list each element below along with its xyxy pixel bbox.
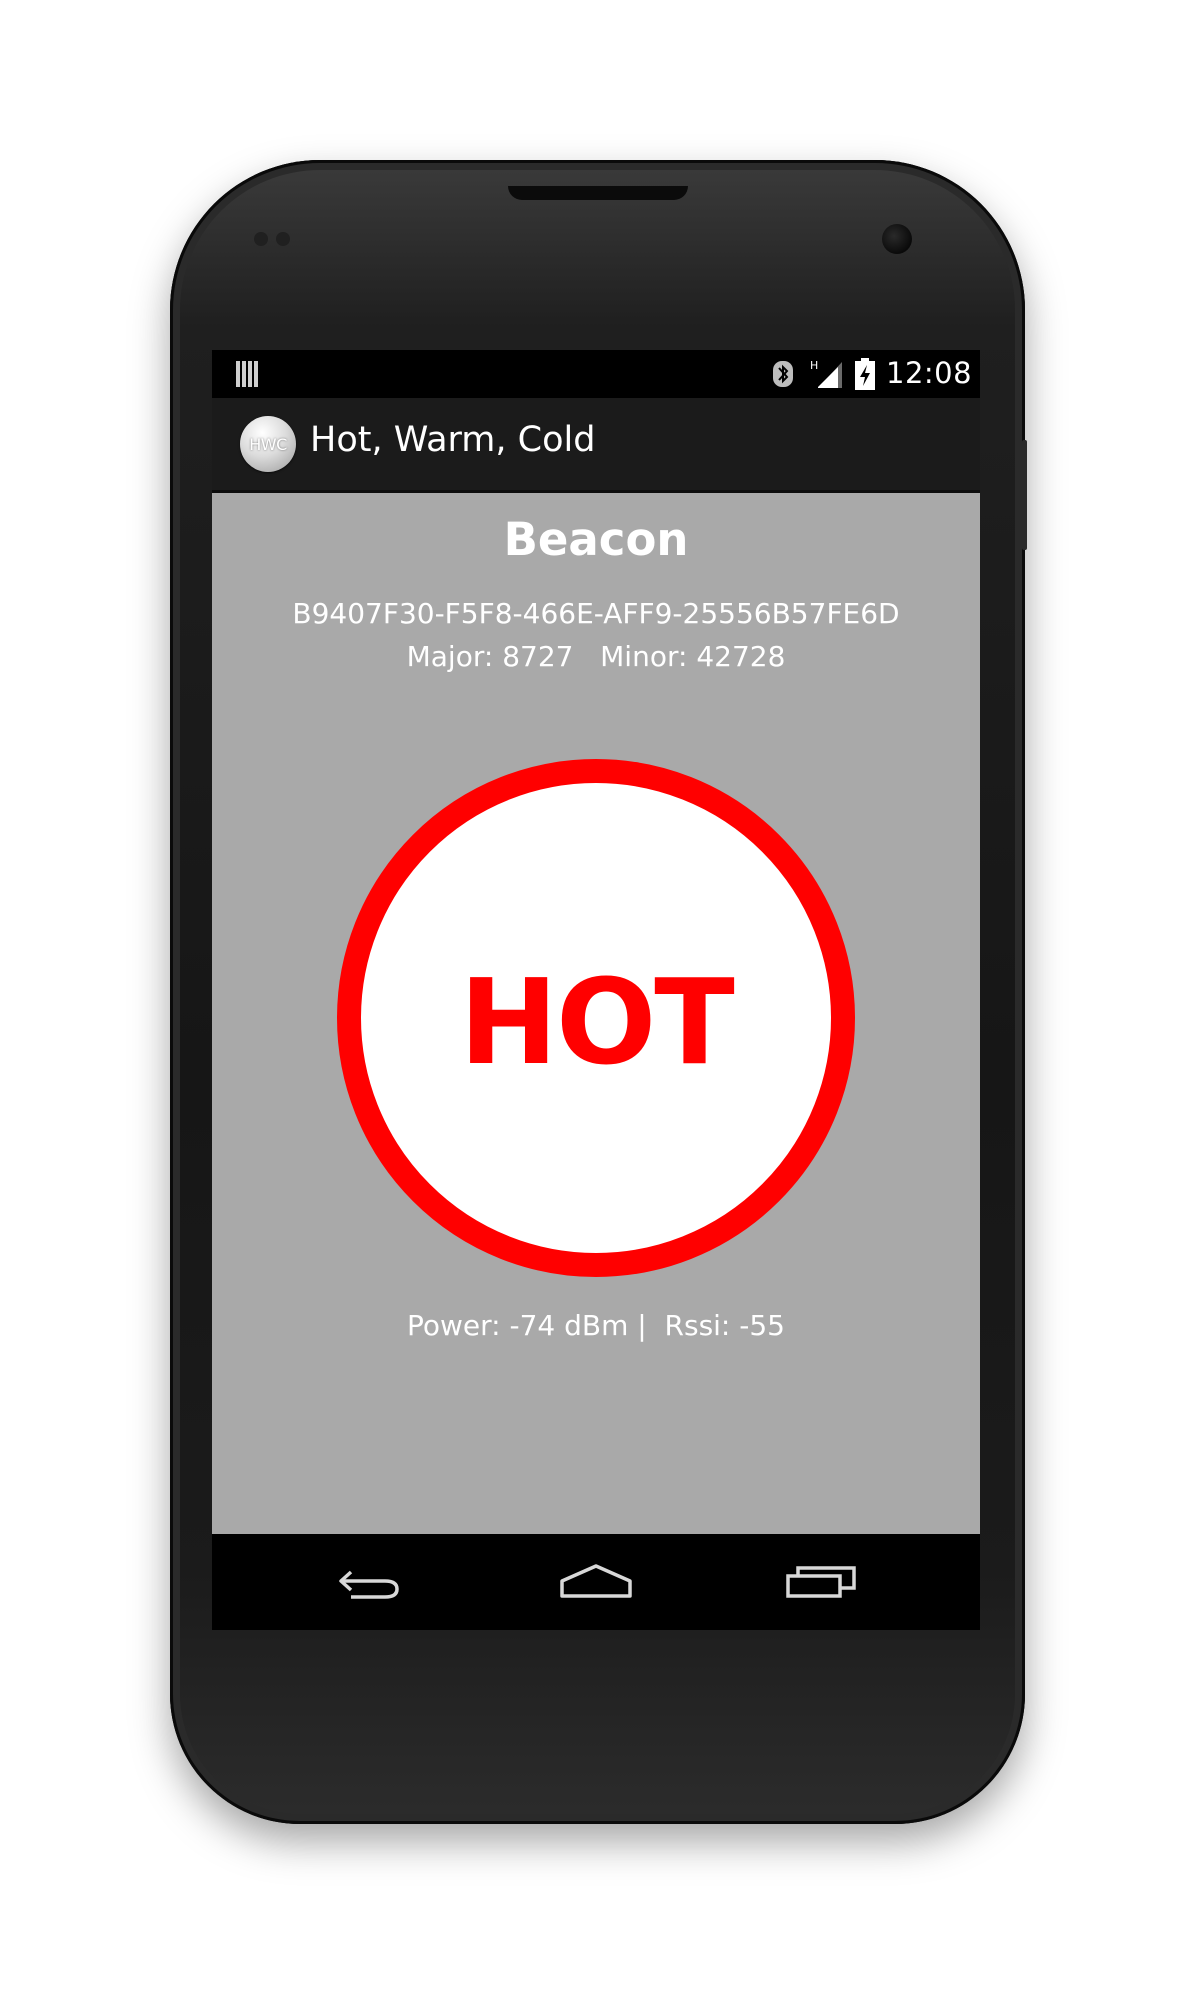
app-title: Hot, Warm, Cold	[310, 420, 596, 460]
action-bar: HWC Hot, Warm, Cold	[212, 398, 980, 493]
signal-icon: H	[810, 359, 842, 388]
recent-apps-button[interactable]	[777, 1554, 867, 1610]
status-bar: H 12:08	[212, 350, 980, 398]
front-camera	[882, 224, 912, 254]
signal-readout: Power: -74 dBm | Rssi: -55	[407, 1309, 785, 1342]
beacon-major-minor: Major: 8727 Minor: 42728	[406, 640, 786, 673]
beacon-uuid: B9407F30-F5F8-466E-AFF9-25556B57FE6D	[292, 597, 900, 630]
proximity-label: HOT	[459, 953, 735, 1091]
beacon-title: Beacon	[503, 513, 689, 566]
navigation-bar	[212, 1534, 980, 1630]
main-content: Beacon B9407F30-F5F8-466E-AFF9-25556B57F…	[212, 493, 980, 1534]
proximity-indicator: HOT	[337, 759, 855, 1277]
app-logo[interactable]: HWC	[240, 416, 296, 472]
battery-charging-icon	[855, 358, 875, 390]
recent-apps-icon	[786, 1566, 856, 1598]
notification-icon	[236, 361, 260, 387]
back-button[interactable]	[325, 1554, 415, 1610]
proximity-sensor	[254, 232, 268, 246]
power-button	[1022, 440, 1027, 550]
canvas: H 12:08 HWC Hot, Warm, Cold Beacon B9407…	[0, 0, 1195, 1994]
app-logo-text: HWC	[249, 434, 287, 454]
bluetooth-icon	[773, 361, 793, 387]
back-icon	[339, 1570, 399, 1599]
phone-screen: H 12:08 HWC Hot, Warm, Cold Beacon B9407…	[212, 350, 980, 1630]
network-type-label: H	[810, 359, 818, 372]
earpiece-speaker	[508, 186, 688, 200]
status-time: 12:08	[886, 356, 973, 390]
home-icon	[560, 1564, 632, 1598]
home-button[interactable]	[551, 1554, 641, 1610]
